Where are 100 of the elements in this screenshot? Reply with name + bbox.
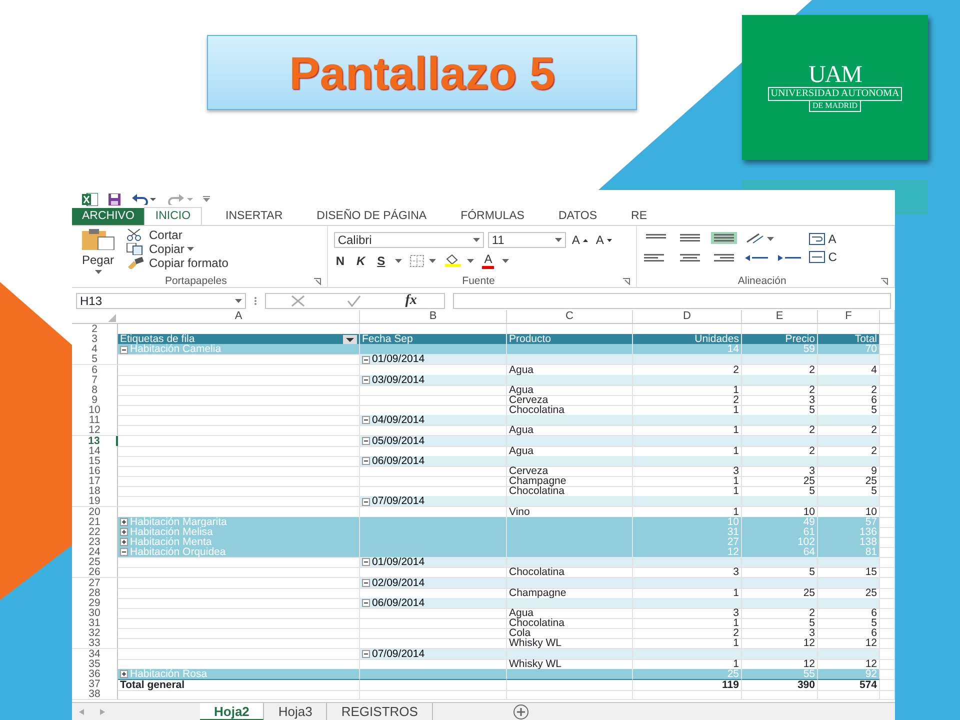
row-header[interactable]: 36 <box>72 668 118 680</box>
filter-dropdown-icon[interactable] <box>343 335 357 344</box>
column-header[interactable]: E <box>742 310 818 323</box>
row-header[interactable]: 22 <box>72 526 118 538</box>
ribbon-tab[interactable]: INSERTAR <box>216 208 293 225</box>
fill-color-icon[interactable] <box>444 254 474 267</box>
row-header[interactable]: 24 <box>72 547 118 558</box>
expand-icon[interactable] <box>120 518 128 526</box>
grip-icon <box>254 296 257 306</box>
collapse-icon[interactable] <box>362 578 370 587</box>
italic-button[interactable]: K <box>354 254 368 268</box>
increase-indent-icon[interactable] <box>777 252 802 264</box>
undo-icon[interactable] <box>131 193 157 205</box>
cut-button[interactable]: Cortar <box>124 228 230 242</box>
collapse-icon[interactable] <box>362 416 370 424</box>
dialog-launcher-icon[interactable] <box>881 278 888 284</box>
font-family-field[interactable]: Calibri <box>334 232 484 248</box>
row-header[interactable]: 28 <box>72 588 118 599</box>
collapse-icon[interactable] <box>362 498 370 506</box>
column-header[interactable]: B <box>360 310 507 323</box>
column-header[interactable]: A <box>118 310 360 323</box>
customize-caret-icon[interactable] <box>203 196 210 202</box>
row-header[interactable]: 17 <box>72 476 118 488</box>
expand-icon[interactable] <box>120 670 128 678</box>
row-header[interactable]: 14 <box>72 446 118 457</box>
row-header[interactable]: 29 <box>72 598 118 609</box>
column-header[interactable]: F <box>818 310 880 323</box>
row-header[interactable]: 18 <box>72 486 118 498</box>
row-header[interactable]: 31 <box>72 618 118 630</box>
row-header[interactable]: 12 <box>72 425 118 436</box>
dialog-launcher-icon[interactable] <box>314 278 321 284</box>
column-header[interactable]: D <box>633 310 742 323</box>
collapse-icon[interactable] <box>120 548 128 556</box>
formula-input[interactable] <box>453 293 891 309</box>
sheet-tab[interactable]: Hoja3 <box>264 702 328 720</box>
collapse-icon[interactable] <box>362 376 370 384</box>
check-icon[interactable] <box>347 295 362 307</box>
sheet-tab[interactable]: REGISTROS <box>327 702 433 720</box>
copy-button[interactable]: Copiar <box>124 242 230 256</box>
row-header[interactable]: 25 <box>72 557 118 568</box>
row-header[interactable]: 7 <box>72 374 118 386</box>
row-header[interactable]: 33 <box>72 638 118 650</box>
row-header[interactable]: 26 <box>72 567 118 578</box>
add-sheet-icon[interactable] <box>512 704 529 720</box>
border-icon[interactable] <box>410 254 436 266</box>
decrease-indent-icon[interactable] <box>745 252 770 264</box>
caret-icon[interactable] <box>502 258 510 262</box>
table-cell: 02/09/2014 <box>360 578 507 589</box>
grow-font-button[interactable]: A <box>570 233 590 247</box>
collapse-icon[interactable] <box>362 599 370 608</box>
empty-cell <box>880 466 895 477</box>
collapse-icon[interactable] <box>362 457 370 466</box>
row-header[interactable]: 23 <box>72 536 118 548</box>
merge-button[interactable]: C <box>807 250 839 264</box>
orientation-icon[interactable] <box>745 232 776 244</box>
ribbon-tab[interactable]: RE <box>621 208 658 225</box>
ribbon-tab[interactable]: INICIO <box>144 207 202 225</box>
collapse-icon[interactable] <box>120 346 128 354</box>
file-tab[interactable]: ARCHIVO <box>72 208 144 225</box>
row-header[interactable]: 3 <box>72 334 118 346</box>
format-painter-button[interactable]: Copiar formato <box>124 256 230 270</box>
bold-button[interactable]: N <box>334 254 346 268</box>
row-header[interactable]: 21 <box>72 516 118 528</box>
collapse-icon[interactable] <box>362 558 370 566</box>
ribbon-tab[interactable]: DISEÑO DE PÁGINA <box>306 208 437 225</box>
caret-icon[interactable] <box>395 258 402 262</box>
ribbon-tab[interactable]: FÓRMULAS <box>450 208 534 225</box>
dialog-launcher-icon[interactable] <box>623 278 630 284</box>
row-header[interactable]: 32 <box>72 628 118 640</box>
collapse-icon[interactable] <box>362 436 370 445</box>
row-header[interactable]: 10 <box>72 405 118 416</box>
sheet-tab[interactable]: Hoja2 <box>200 702 264 720</box>
expand-icon[interactable] <box>120 538 128 546</box>
paste-button[interactable]: Pegar <box>78 228 118 275</box>
table-cell: 3 <box>742 466 818 477</box>
font-size-field[interactable]: 11 <box>488 232 566 248</box>
row-header[interactable]: 5 <box>72 354 118 366</box>
row-header[interactable]: 35 <box>72 658 118 670</box>
expand-icon[interactable] <box>120 528 128 536</box>
bottom-align-icon[interactable] <box>711 232 738 244</box>
row-header[interactable]: 11 <box>72 415 118 426</box>
row-header[interactable]: 15 <box>72 456 118 467</box>
collapse-icon[interactable] <box>362 356 370 364</box>
collapse-icon[interactable] <box>362 650 370 658</box>
row-header[interactable]: 9 <box>72 394 118 406</box>
wrap-text-button[interactable]: A <box>807 232 839 246</box>
name-box[interactable]: H13 <box>76 293 246 309</box>
underline-button[interactable]: S <box>375 254 388 268</box>
ribbon-tab[interactable]: DATOS <box>548 208 608 225</box>
row-header[interactable]: 19 <box>72 496 118 508</box>
row-header[interactable]: 8 <box>72 384 118 396</box>
row-header[interactable]: 38 <box>72 689 118 700</box>
row-header[interactable]: 4 <box>72 344 118 356</box>
row-header[interactable]: 30 <box>72 608 118 619</box>
insert-function-button[interactable]: fx <box>403 294 419 308</box>
column-header[interactable]: C <box>507 310 633 323</box>
save-icon[interactable] <box>108 192 121 206</box>
font-color-button[interactable]: A <box>482 252 494 269</box>
row-header[interactable]: 16 <box>72 466 118 477</box>
shrink-font-button[interactable]: A <box>594 233 614 247</box>
